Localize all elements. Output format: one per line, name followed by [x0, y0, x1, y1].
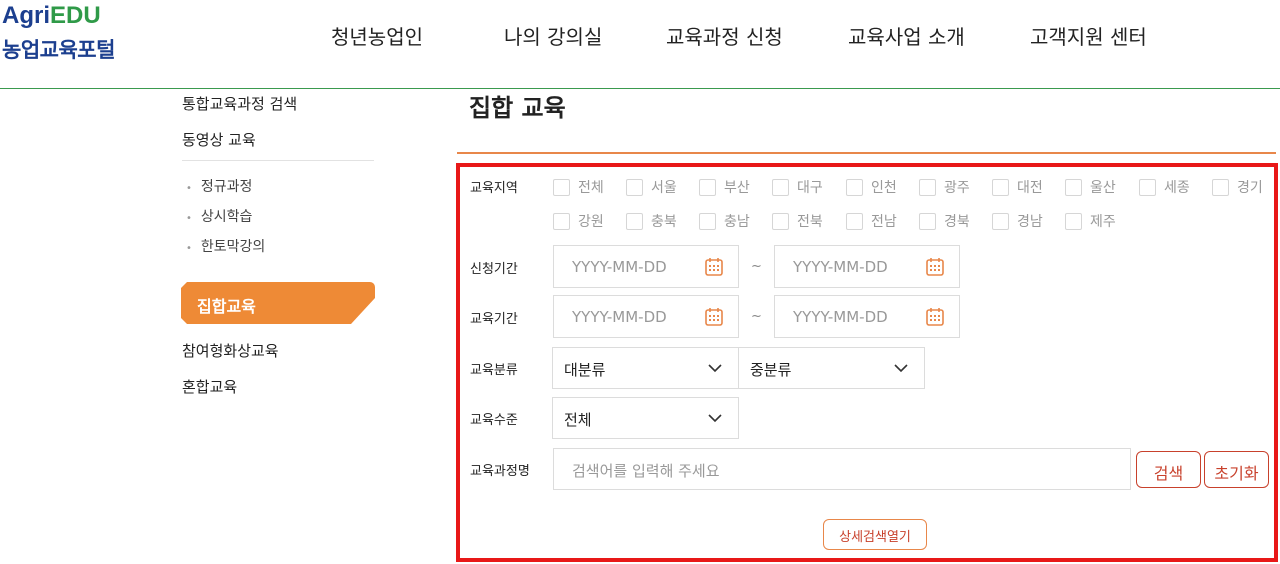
sidebar-subitem-short-lecture[interactable]: • 한토막강의 [186, 236, 265, 256]
sidebar-subitem-regular[interactable]: • 정규과정 [186, 176, 252, 196]
gnb-support-center[interactable]: 고객지원 센터 [1030, 21, 1147, 50]
header-divider [0, 88, 1280, 89]
title-underline [457, 152, 1276, 154]
sidebar-item-integrated-search[interactable]: 통합교육과정 검색 [182, 93, 297, 114]
sidebar-subitem-continuous[interactable]: • 상시학습 [186, 206, 252, 226]
logo-subtitle: 농업교육포털 [2, 38, 115, 62]
page-title: 집합 교육 [469, 94, 566, 122]
gnb-my-classroom[interactable]: 나의 강의실 [504, 21, 602, 50]
gnb-program-intro[interactable]: 교육사업 소개 [848, 21, 965, 50]
logo-wordmark: AgriEDU [2, 2, 101, 29]
highlight-box [456, 163, 1278, 562]
sidebar-divider [182, 160, 374, 161]
sidebar-item-video-education[interactable]: 동영상 교육 [182, 129, 256, 150]
gnb-youth-farmer[interactable]: 청년농업인 [331, 21, 423, 50]
bullet-icon: • [186, 213, 192, 224]
sidebar-item-group-education[interactable]: 집합교육 [181, 282, 375, 324]
sidebar-item-video-conference[interactable]: 참여형화상교육 [182, 340, 279, 361]
sidebar-item-blended[interactable]: 혼합교육 [182, 376, 237, 397]
gnb-course-apply[interactable]: 교육과정 신청 [666, 21, 783, 50]
site-logo[interactable]: AgriEDU 농업교육포털 [2, 4, 115, 64]
bullet-icon: • [186, 183, 192, 194]
bullet-icon: • [186, 243, 192, 254]
